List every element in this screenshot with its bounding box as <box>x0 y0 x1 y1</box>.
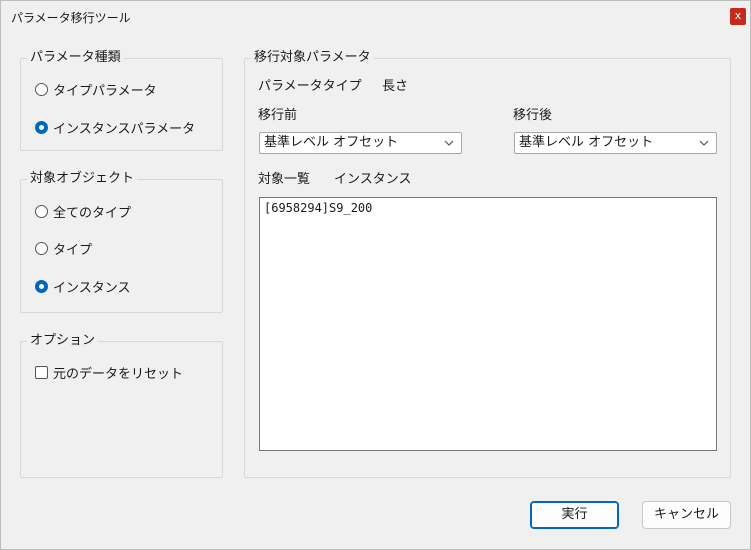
param-kind-group: パラメータ種類 タイプパラメータ インスタンスパラメータ <box>20 50 223 151</box>
target-object-legend: 対象オブジェクト <box>27 171 138 187</box>
options-group: オプション 元のデータをリセット <box>20 333 223 478</box>
list-item[interactable]: [6958294]S9_200 <box>260 198 716 218</box>
reset-checkbox-icon <box>35 365 48 379</box>
before-select-value: 基準レベル オフセット <box>264 135 399 150</box>
param-type-label: パラメータタイプ <box>258 79 362 94</box>
title-bar: パラメータ移行ツール x <box>1 1 750 32</box>
cancel-button[interactable]: キャンセル <box>642 501 731 529</box>
radio-instance-param-label: インスタンスパラメータ <box>53 121 196 137</box>
radio-all-types-label: 全てのタイプ <box>53 205 132 221</box>
radio-type-label: タイプ <box>53 242 93 258</box>
window-title: パラメータ移行ツール <box>11 11 131 25</box>
after-select-value: 基準レベル オフセット <box>519 135 654 150</box>
run-button[interactable]: 実行 <box>530 501 619 529</box>
reset-checkbox-label: 元のデータをリセット <box>53 366 184 382</box>
migration-legend: 移行対象パラメータ <box>251 50 374 66</box>
radio-type[interactable]: タイプ <box>35 239 93 258</box>
param-type-value: 長さ <box>382 79 409 94</box>
target-list-label: 対象一覧 <box>258 172 311 187</box>
dialog-window: パラメータ移行ツール x パラメータ種類 タイプパラメータ インスタンスパラメー… <box>0 0 751 550</box>
target-object-group: 対象オブジェクト 全てのタイプ タイプ インスタンス <box>20 171 223 313</box>
radio-type-icon <box>35 241 48 255</box>
target-list-kind: インスタンス <box>334 172 412 187</box>
migration-group: 移行対象パラメータ パラメータタイプ 長さ 移行前 基準レベル オフセット 移行… <box>244 50 731 478</box>
radio-type-param[interactable]: タイプパラメータ <box>35 80 157 99</box>
radio-all-types[interactable]: 全てのタイプ <box>35 202 132 221</box>
radio-instance[interactable]: インスタンス <box>35 277 131 296</box>
radio-type-param-label: タイプパラメータ <box>53 83 157 99</box>
param-kind-legend: パラメータ種類 <box>27 50 124 66</box>
close-button[interactable]: x <box>730 8 746 25</box>
radio-instance-param[interactable]: インスタンスパラメータ <box>35 118 196 137</box>
options-legend: オプション <box>27 333 99 349</box>
radio-instance-icon <box>35 279 48 293</box>
chevron-down-icon <box>699 140 709 146</box>
close-icon: x <box>734 9 742 22</box>
target-listbox[interactable]: [6958294]S9_200 <box>259 197 717 451</box>
reset-checkbox[interactable]: 元のデータをリセット <box>35 363 184 382</box>
before-select[interactable]: 基準レベル オフセット <box>259 132 462 154</box>
after-select[interactable]: 基準レベル オフセット <box>514 132 717 154</box>
radio-all-types-icon <box>35 204 48 218</box>
radio-type-param-icon <box>35 82 48 96</box>
after-label: 移行後 <box>513 108 553 123</box>
radio-instance-label: インスタンス <box>53 280 131 296</box>
chevron-down-icon <box>444 140 454 146</box>
before-label: 移行前 <box>258 108 298 123</box>
radio-instance-param-icon <box>35 120 48 134</box>
